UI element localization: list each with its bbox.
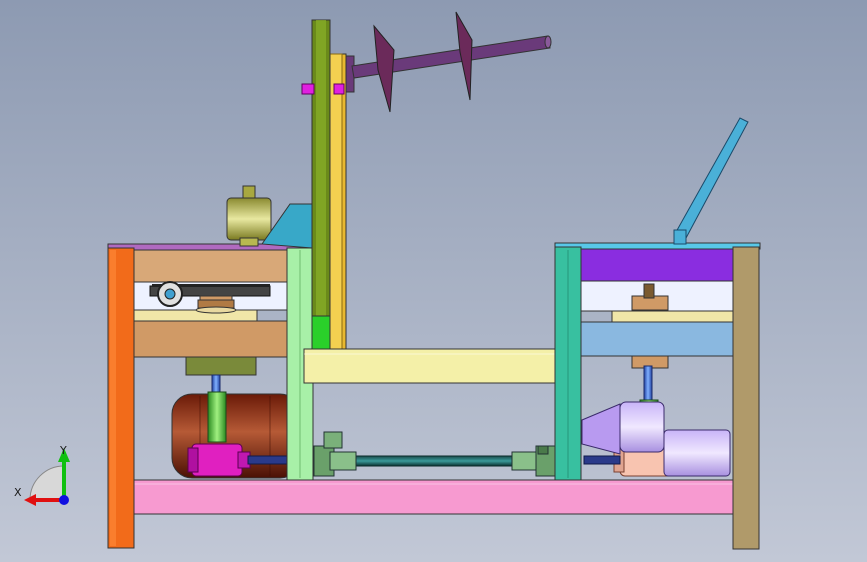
z-axis-dot <box>59 495 69 505</box>
right-leg <box>732 246 760 550</box>
base-rail <box>131 479 738 515</box>
transmission-shaft <box>313 431 557 477</box>
top-drive-cylinder <box>226 185 272 247</box>
control-lever[interactable] <box>673 117 749 245</box>
machine-assembly-drawing: X Y <box>14 11 761 550</box>
left-frame <box>107 243 304 376</box>
coordinate-triad: X Y <box>14 444 70 506</box>
twin-blade-shaft <box>351 11 552 113</box>
y-axis-label: Y <box>59 444 67 457</box>
x-axis-label: X <box>14 486 22 499</box>
cad-viewport[interactable]: X Y <box>0 0 867 562</box>
right-frame <box>554 242 761 357</box>
